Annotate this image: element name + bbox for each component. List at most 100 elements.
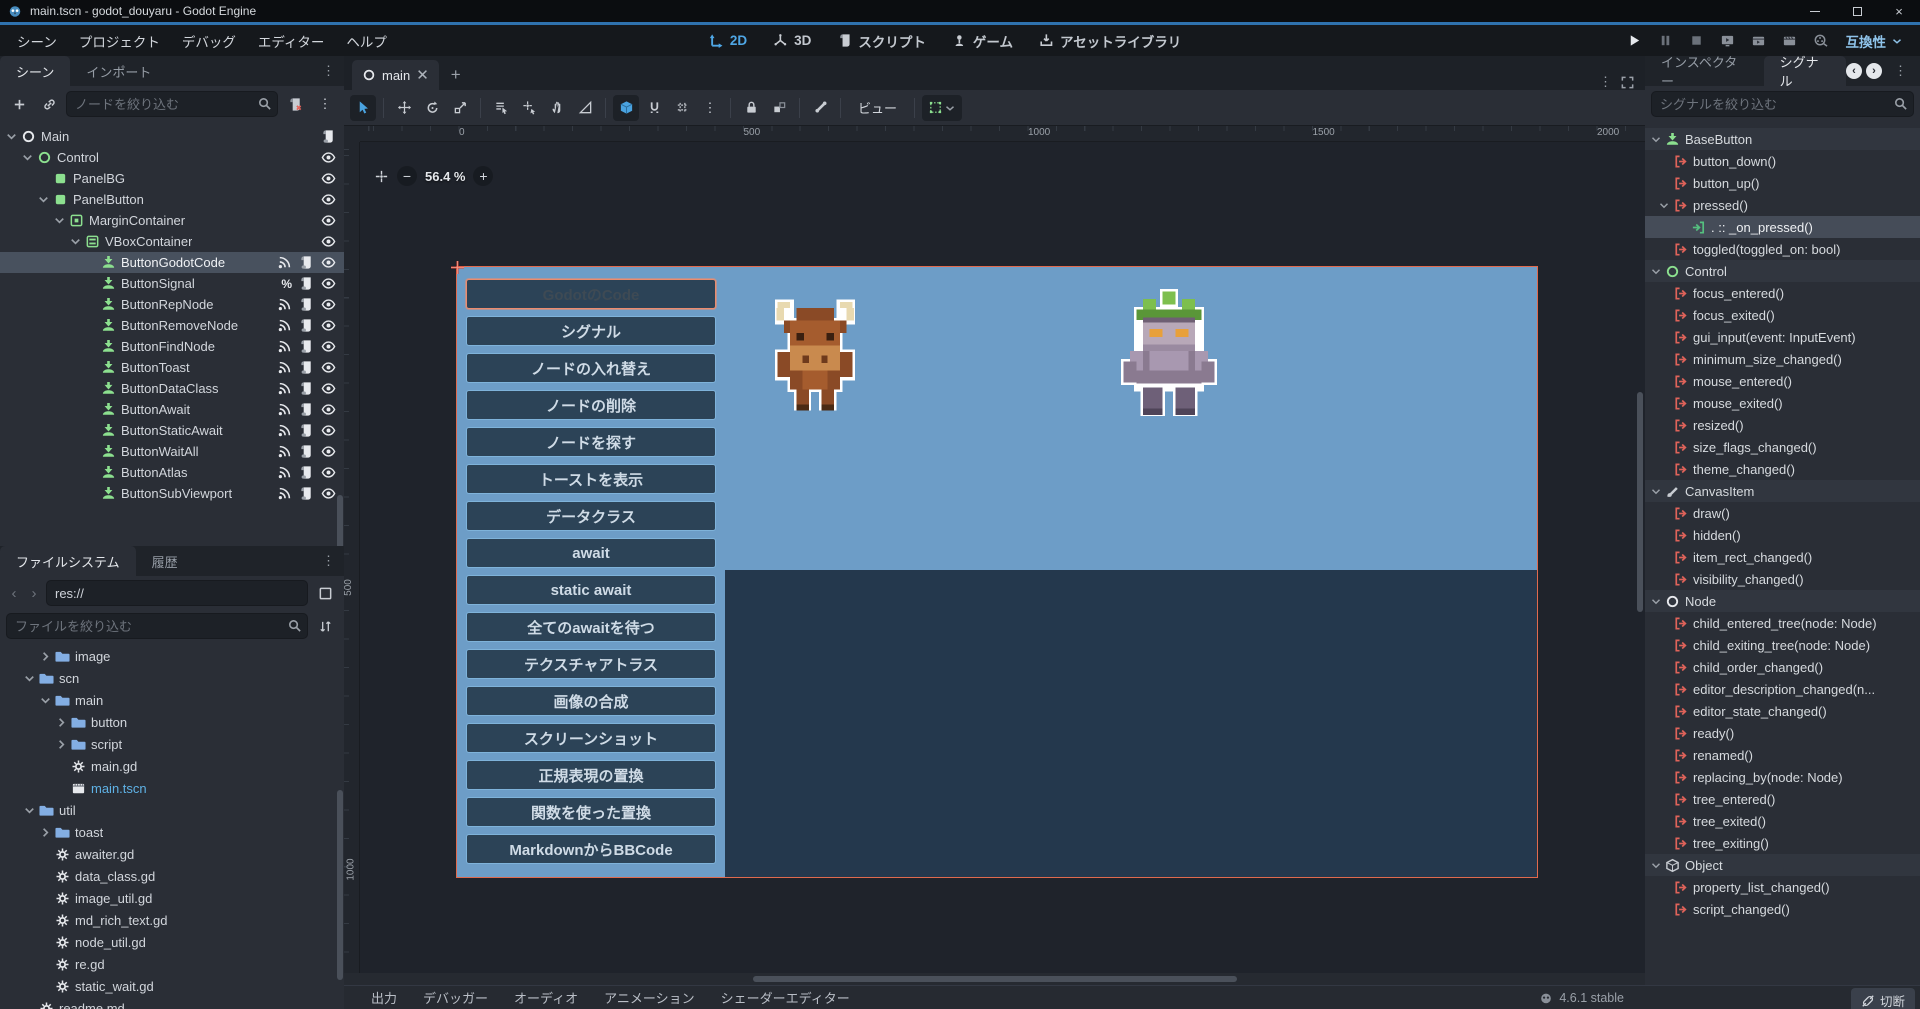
stop-button[interactable] bbox=[1685, 29, 1709, 53]
resource-path-input[interactable] bbox=[46, 580, 308, 606]
file-row[interactable]: main bbox=[0, 689, 344, 711]
filesystem-scrollbar[interactable] bbox=[337, 790, 343, 980]
game-button[interactable]: 画像の合成 bbox=[466, 686, 716, 716]
file-row[interactable]: static_wait.gd bbox=[0, 975, 344, 997]
signal-row[interactable]: focus_entered() bbox=[1645, 282, 1920, 304]
move-tool-button[interactable] bbox=[391, 95, 417, 121]
file-row[interactable]: node_util.gd bbox=[0, 931, 344, 953]
scene-tab-main[interactable]: main ✕ bbox=[352, 60, 439, 90]
file-row[interactable]: readme.md bbox=[0, 997, 344, 1009]
select-tool-button[interactable] bbox=[350, 95, 376, 121]
rotate-tool-button[interactable] bbox=[419, 95, 445, 121]
menu-4[interactable]: ヘルプ bbox=[335, 27, 398, 55]
game-button[interactable]: 全てのawaitを待つ bbox=[466, 612, 716, 642]
instance-scene-button[interactable] bbox=[36, 91, 62, 117]
file-row[interactable]: script bbox=[0, 733, 344, 755]
signal-row[interactable]: theme_changed() bbox=[1645, 458, 1920, 480]
bottom-tab-3[interactable]: アニメーション bbox=[591, 986, 707, 1009]
signal-row[interactable]: tree_entered() bbox=[1645, 788, 1920, 810]
game-button[interactable]: 関数を使った置換 bbox=[466, 797, 716, 827]
history-forward-button[interactable]: › bbox=[1866, 63, 1882, 79]
signal-row[interactable]: hidden() bbox=[1645, 524, 1920, 546]
scene-node-row[interactable]: MarginContainer bbox=[0, 210, 344, 231]
scene-node-row[interactable]: ButtonDataClass bbox=[0, 378, 344, 399]
signal-filter-input[interactable] bbox=[1651, 91, 1914, 117]
pause-button[interactable] bbox=[1654, 29, 1678, 53]
file-row[interactable]: main.tscn bbox=[0, 777, 344, 799]
workspace-tab-1[interactable]: 3D bbox=[760, 29, 824, 52]
workspace-tab-4[interactable]: アセットライブラリ bbox=[1026, 27, 1194, 55]
game-button[interactable]: データクラス bbox=[466, 501, 716, 531]
scene-node-row[interactable]: PanelBG bbox=[0, 168, 344, 189]
scene-node-row[interactable]: ButtonFindNode bbox=[0, 336, 344, 357]
zoom-out-button[interactable]: − bbox=[397, 166, 417, 186]
bottom-tab-2[interactable]: オーディオ bbox=[501, 986, 591, 1009]
game-ui-root[interactable]: GodotのCodeシグナルノードの入れ替えノードの削除ノードを探すトーストを表… bbox=[457, 267, 1537, 877]
signal-row[interactable]: resized() bbox=[1645, 414, 1920, 436]
minimize-button[interactable] bbox=[1794, 0, 1836, 22]
scene-node-row[interactable]: ButtonToast bbox=[0, 357, 344, 378]
canvas-vertical-scrollbar[interactable] bbox=[1637, 392, 1643, 612]
bottom-tab-1[interactable]: デバッガー bbox=[410, 986, 501, 1009]
list-select-tool-button[interactable] bbox=[488, 95, 514, 121]
center-view-icon[interactable] bbox=[374, 169, 389, 184]
bottom-tab-4[interactable]: シェーダーエディター bbox=[708, 986, 863, 1009]
file-row[interactable]: re.gd bbox=[0, 953, 344, 975]
scene-node-row[interactable]: ButtonSubViewport bbox=[0, 483, 344, 504]
signal-row[interactable]: mouse_entered() bbox=[1645, 370, 1920, 392]
bull-character-sprite[interactable] bbox=[765, 295, 865, 415]
file-row[interactable]: scn bbox=[0, 667, 344, 689]
workspace-tab-3[interactable]: ゲーム bbox=[939, 27, 1026, 55]
game-button[interactable]: MarkdownからBBCode bbox=[466, 834, 716, 864]
connected-slot-row[interactable]: . :: _on_pressed() bbox=[1645, 216, 1920, 238]
signal-row[interactable]: child_entered_tree(node: Node) bbox=[1645, 612, 1920, 634]
scene-node-row[interactable]: Control bbox=[0, 147, 344, 168]
bottom-tab-0[interactable]: 出力 bbox=[358, 986, 410, 1009]
menu-0[interactable]: シーン bbox=[6, 27, 68, 55]
game-button[interactable]: GodotのCode bbox=[466, 279, 716, 309]
new-scene-tab-button[interactable]: + bbox=[439, 60, 473, 90]
smart-snap-button[interactable] bbox=[613, 95, 639, 121]
signal-row[interactable]: ready() bbox=[1645, 722, 1920, 744]
workspace-tab-2[interactable]: スクリプト bbox=[824, 27, 939, 55]
filesystem-dock-options-icon[interactable]: ⋮ bbox=[314, 546, 344, 576]
signal-row[interactable]: property_list_changed() bbox=[1645, 876, 1920, 898]
signal-row[interactable]: mouse_exited() bbox=[1645, 392, 1920, 414]
game-button[interactable]: スクリーンショット bbox=[466, 723, 716, 753]
grid-toggle-button[interactable] bbox=[669, 95, 695, 121]
renderer-selector[interactable]: 互換性 bbox=[1840, 28, 1911, 54]
play-custom-scene-button[interactable] bbox=[1747, 29, 1771, 53]
scene-node-row[interactable]: ButtonGodotCode bbox=[0, 252, 344, 273]
maximize-button[interactable] bbox=[1836, 0, 1878, 22]
signal-row[interactable]: button_up() bbox=[1645, 172, 1920, 194]
file-row[interactable]: button bbox=[0, 711, 344, 733]
scene-dock-tab-0[interactable]: シーン bbox=[0, 56, 70, 86]
scene-node-row[interactable]: ButtonSignal% bbox=[0, 273, 344, 294]
scene-dock-options-icon[interactable]: ⋮ bbox=[314, 56, 344, 86]
anchor-preset-button[interactable] bbox=[922, 95, 962, 121]
snap-options-button[interactable]: ⋮ bbox=[697, 95, 723, 121]
game-button[interactable]: static await bbox=[466, 575, 716, 605]
signal-row[interactable]: pressed() bbox=[1645, 194, 1920, 216]
signal-row[interactable]: toggled(toggled_on: bool) bbox=[1645, 238, 1920, 260]
history-back-button[interactable]: ‹ bbox=[1846, 63, 1862, 79]
golem-character-sprite[interactable] bbox=[1117, 289, 1221, 421]
add-node-button[interactable] bbox=[6, 91, 32, 117]
inspector-dock-tab-0[interactable]: インスペクター bbox=[1645, 56, 1764, 86]
canvas-2d[interactable]: − 56.4 % + GodotのCodeシグナルノードの入れ替えノードの削除ノ… bbox=[360, 142, 1645, 973]
scene-node-row[interactable]: ButtonAwait bbox=[0, 399, 344, 420]
inspector-dock-tab-1[interactable]: シグナル bbox=[1764, 56, 1846, 86]
scale-tool-button[interactable] bbox=[447, 95, 473, 121]
signal-row[interactable]: size_flags_changed() bbox=[1645, 436, 1920, 458]
menu-2[interactable]: デバッグ bbox=[171, 27, 247, 55]
nav-back-icon[interactable]: ‹ bbox=[6, 585, 22, 602]
zoom-level[interactable]: 56.4 % bbox=[425, 169, 465, 184]
pivot-tool-button[interactable] bbox=[516, 95, 542, 121]
signal-row[interactable]: renamed() bbox=[1645, 744, 1920, 766]
signal-group-row[interactable]: BaseButton bbox=[1645, 128, 1920, 150]
game-button[interactable]: 正規表現の置換 bbox=[466, 760, 716, 790]
signal-row[interactable]: tree_exited() bbox=[1645, 810, 1920, 832]
file-row[interactable]: main.gd bbox=[0, 755, 344, 777]
signal-row[interactable]: script_changed() bbox=[1645, 898, 1920, 920]
signal-group-row[interactable]: Object bbox=[1645, 854, 1920, 876]
